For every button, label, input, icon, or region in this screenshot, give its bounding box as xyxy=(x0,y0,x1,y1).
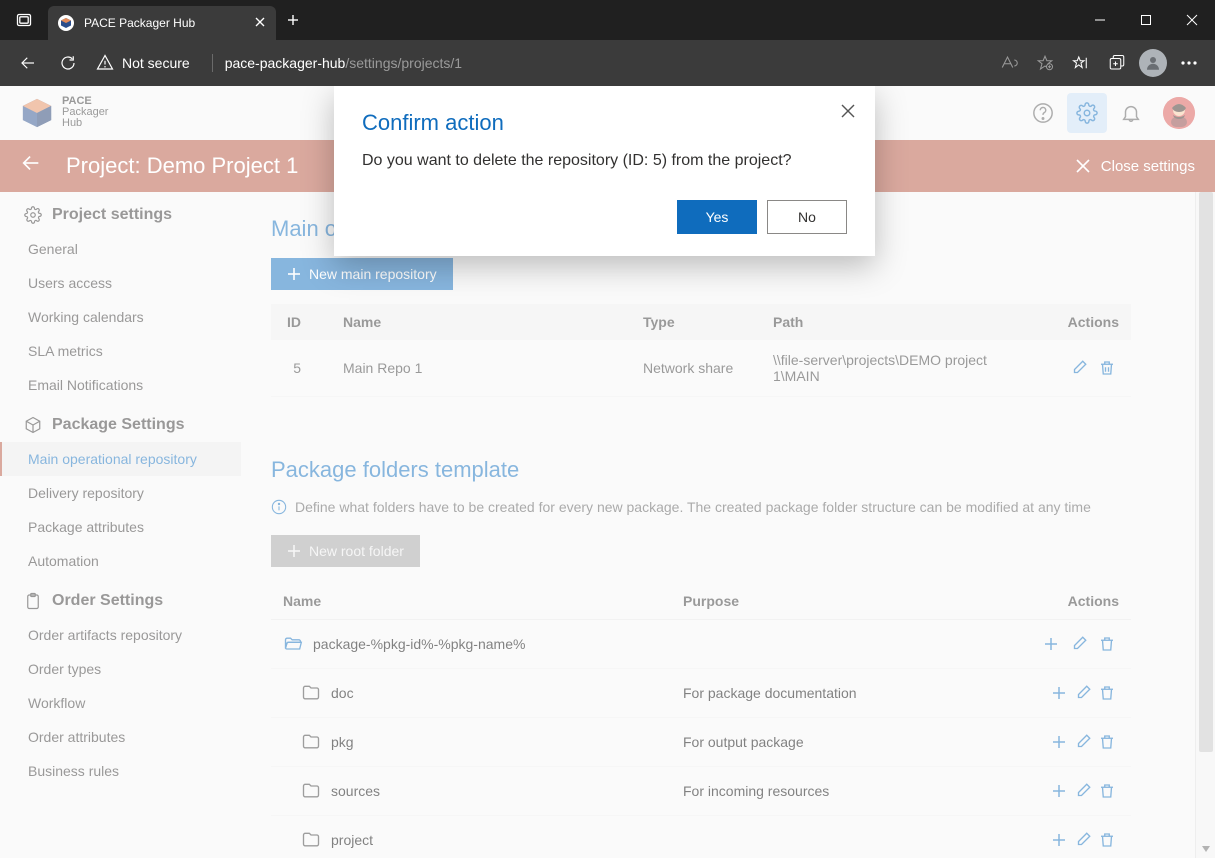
tab-actions-icon[interactable] xyxy=(0,12,48,28)
profile-button[interactable] xyxy=(1135,40,1171,86)
browser-addressbar: Not secure pace-packager-hub/settings/pr… xyxy=(0,40,1215,86)
security-indicator[interactable]: Not secure xyxy=(92,54,200,72)
url-bar[interactable]: Not secure pace-packager-hub/settings/pr… xyxy=(88,47,991,79)
dialog-yes-button[interactable]: Yes xyxy=(677,200,757,234)
nav-back-button[interactable] xyxy=(8,40,48,86)
favorites-add-icon[interactable] xyxy=(1027,40,1063,86)
tab-favicon xyxy=(58,15,74,31)
browser-tab[interactable]: PACE Packager Hub xyxy=(48,6,276,40)
url-text: pace-packager-hub/settings/projects/1 xyxy=(225,55,462,71)
dialog-no-button[interactable]: No xyxy=(767,200,847,234)
tab-title: PACE Packager Hub xyxy=(84,16,195,30)
menu-button[interactable] xyxy=(1171,40,1207,86)
window-close-button[interactable] xyxy=(1169,0,1215,40)
favorites-icon[interactable] xyxy=(1063,40,1099,86)
dialog-title: Confirm action xyxy=(362,110,847,136)
confirm-dialog: Confirm action Do you want to delete the… xyxy=(334,86,875,256)
window-minimize-button[interactable] xyxy=(1077,0,1123,40)
page: PACE Packager Hub Project: Demo Project … xyxy=(0,86,1215,858)
dialog-close-button[interactable] xyxy=(839,102,857,125)
security-label: Not secure xyxy=(122,55,190,71)
collections-icon[interactable] xyxy=(1099,40,1135,86)
read-aloud-icon[interactable] xyxy=(991,40,1027,86)
tab-close-icon[interactable] xyxy=(254,16,266,31)
nav-refresh-button[interactable] xyxy=(48,40,88,86)
url-separator xyxy=(212,54,213,72)
new-tab-button[interactable] xyxy=(276,13,310,27)
dialog-message: Do you want to delete the repository (ID… xyxy=(362,152,847,170)
window-maximize-button[interactable] xyxy=(1123,0,1169,40)
browser-titlebar: PACE Packager Hub xyxy=(0,0,1215,40)
